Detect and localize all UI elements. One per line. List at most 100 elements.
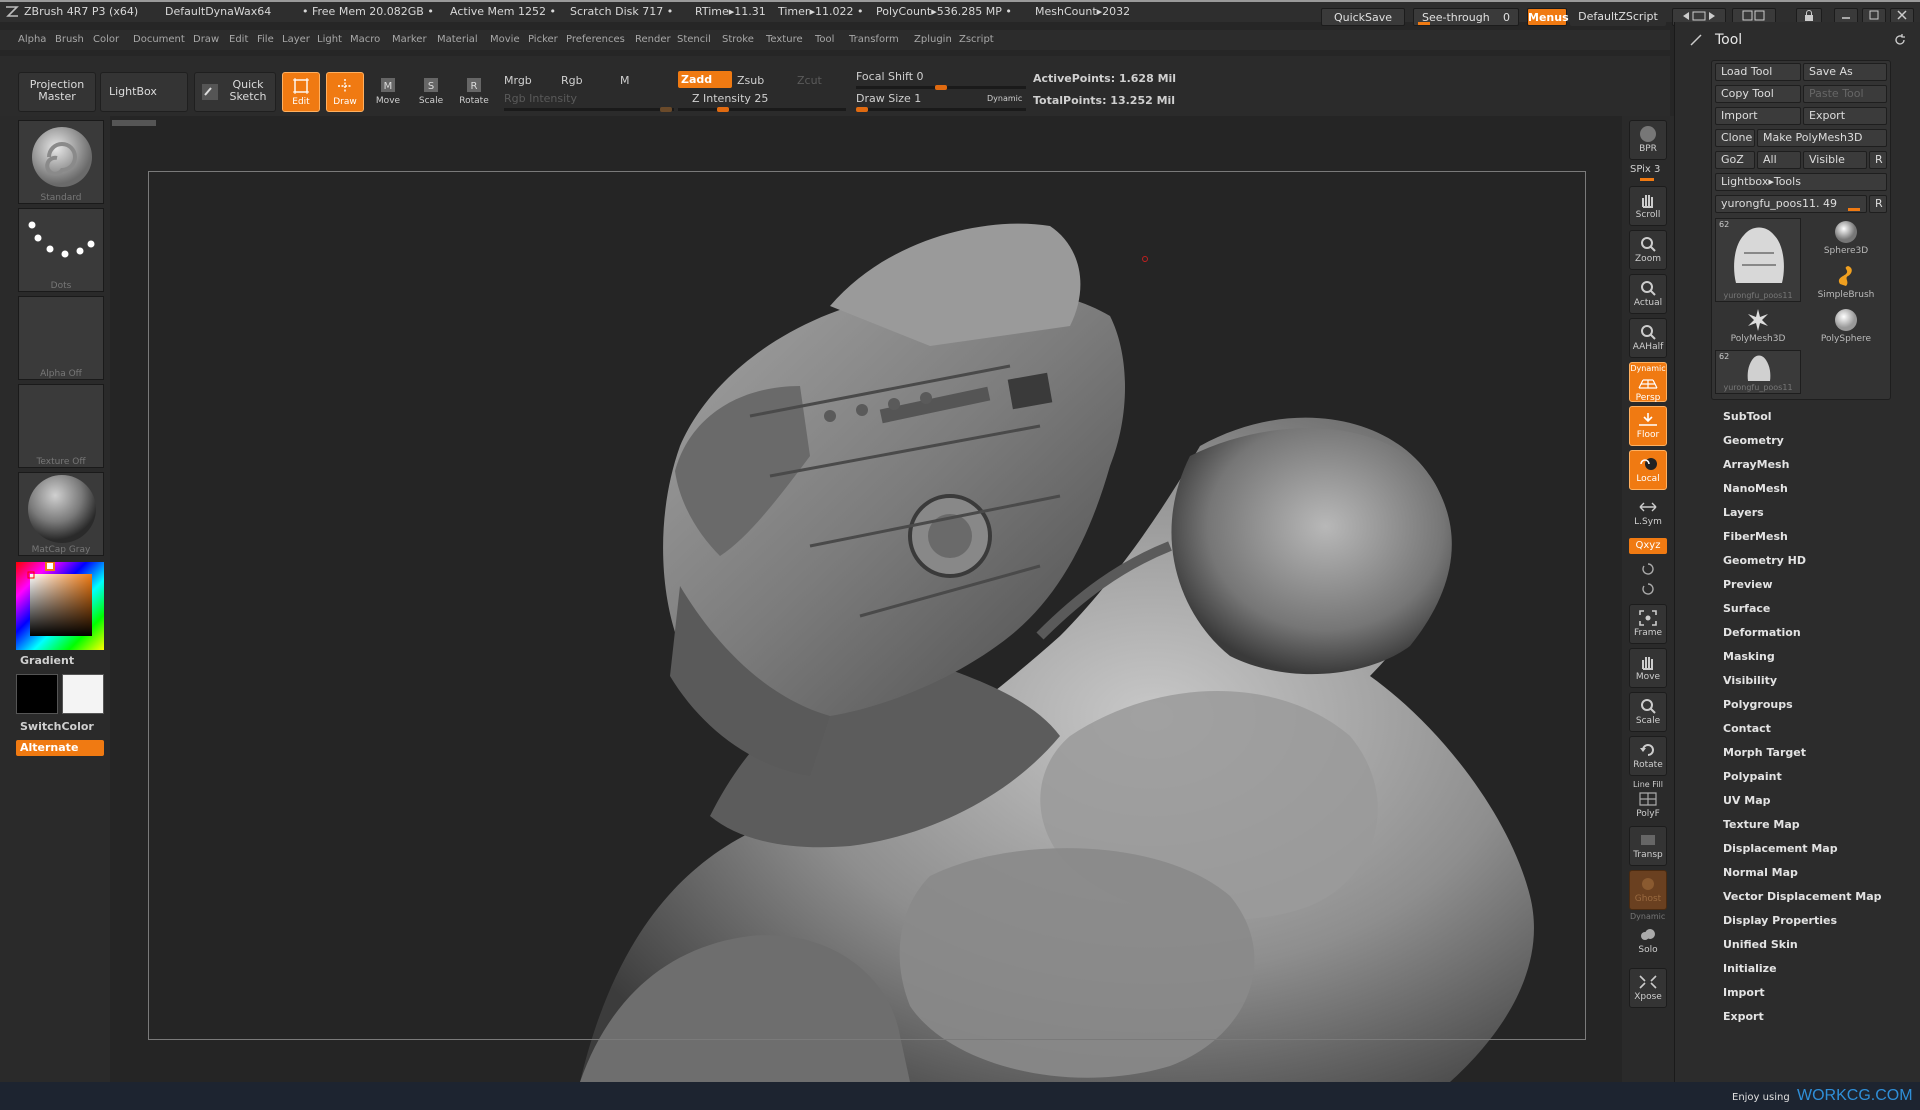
subpalette-export[interactable]: Export [1723, 1010, 1764, 1023]
subpalette-subtool[interactable]: SubTool [1723, 410, 1772, 423]
zadd-button[interactable]: Zadd [678, 71, 732, 88]
zcut-button[interactable]: Zcut [797, 74, 822, 87]
projection-master-button[interactable]: Projection Master [18, 72, 96, 112]
lsym-button[interactable]: L.Sym [1629, 494, 1667, 534]
spix-slider[interactable]: SPix 3 [1630, 164, 1660, 175]
bpr-button[interactable]: BPR [1629, 120, 1667, 160]
zsub-button[interactable]: Zsub [737, 74, 764, 87]
m-button[interactable]: M [620, 74, 630, 87]
subpalette-contact[interactable]: Contact [1723, 722, 1771, 735]
scale-view-button[interactable]: Scale [1629, 692, 1667, 732]
menu-file[interactable]: File [257, 30, 274, 50]
export-tool-button[interactable]: Export [1803, 107, 1887, 125]
tool-thumb-polymesh3d[interactable]: PolyMesh3D [1715, 306, 1801, 348]
current-tool-r-button[interactable]: R [1869, 195, 1887, 213]
move-view-button[interactable]: Move [1629, 648, 1667, 688]
menu-zplugin[interactable]: Zplugin [914, 30, 952, 50]
current-tool-slider[interactable]: yurongfu_poos11. 49 [1715, 195, 1867, 213]
quick-sketch-button[interactable]: Quick Sketch [194, 72, 276, 112]
subpalette-polygroups[interactable]: Polygroups [1723, 698, 1793, 711]
rotation-axis-icons[interactable] [1638, 560, 1658, 600]
edit-button[interactable]: Edit [282, 72, 320, 112]
draw-size-slider[interactable]: Draw Size 1 [856, 92, 921, 105]
rgb-intensity-track[interactable] [504, 107, 674, 112]
draw-size-track[interactable] [856, 107, 1026, 112]
subpalette-initialize[interactable]: Initialize [1723, 962, 1777, 975]
scroll-button[interactable]: Scroll [1629, 186, 1667, 226]
subpalette-surface[interactable]: Surface [1723, 602, 1770, 615]
menu-marker[interactable]: Marker [392, 30, 427, 50]
menu-color[interactable]: Color [93, 30, 119, 50]
menu-render[interactable]: Render [635, 30, 671, 50]
menu-brush[interactable]: Brush [55, 30, 84, 50]
subpalette-import[interactable]: Import [1723, 986, 1765, 999]
zbrush-logo-icon[interactable] [4, 4, 20, 20]
switchcolor-button[interactable]: SwitchColor [20, 720, 94, 733]
load-tool-button[interactable]: Load Tool [1715, 63, 1801, 81]
lightbox-tools-button[interactable]: Lightbox▸Tools [1715, 173, 1887, 191]
rgb-intensity-slider[interactable]: Rgb Intensity [504, 92, 577, 105]
gradient-label[interactable]: Gradient [20, 654, 74, 667]
menu-transform[interactable]: Transform [849, 30, 899, 50]
tool-palette-header[interactable]: Tool [1675, 28, 1920, 52]
secondary-color-swatch[interactable] [16, 674, 58, 714]
tool-thumb-sphere3d[interactable]: Sphere3D [1805, 218, 1887, 260]
import-tool-button[interactable]: Import [1715, 107, 1801, 125]
lightbox-button[interactable]: LightBox [100, 72, 188, 112]
menu-material[interactable]: Material [437, 30, 478, 50]
texture-thumbnail[interactable]: Texture Off [18, 384, 104, 468]
menu-movie[interactable]: Movie [490, 30, 520, 50]
subpalette-normal-map[interactable]: Normal Map [1723, 866, 1798, 879]
goz-r-button[interactable]: R [1869, 151, 1887, 169]
zoom-button[interactable]: Zoom [1629, 230, 1667, 270]
frame-button[interactable]: Frame [1629, 604, 1667, 644]
menu-texture[interactable]: Texture [766, 30, 803, 50]
subpalette-arraymesh[interactable]: ArrayMesh [1723, 458, 1789, 471]
goz-visible-button[interactable]: Visible [1803, 151, 1867, 169]
menu-zscript[interactable]: Zscript [959, 30, 994, 50]
copy-tool-button[interactable]: Copy Tool [1715, 85, 1801, 103]
subpalette-polypaint[interactable]: Polypaint [1723, 770, 1782, 783]
menu-layer[interactable]: Layer [282, 30, 310, 50]
focal-shift-slider[interactable]: Focal Shift 0 [856, 70, 924, 83]
color-picker[interactable] [16, 561, 104, 650]
clone-button[interactable]: Clone [1715, 129, 1755, 147]
menu-draw[interactable]: Draw [193, 30, 219, 50]
menu-light[interactable]: Light [317, 30, 342, 50]
subpalette-masking[interactable]: Masking [1723, 650, 1775, 663]
z-intensity-track[interactable] [678, 107, 846, 112]
goz-button[interactable]: GoZ [1715, 151, 1755, 169]
polyf-button[interactable]: Line Fill PolyF [1629, 780, 1667, 820]
subpalette-vector-displacement-map[interactable]: Vector Displacement Map [1723, 890, 1882, 903]
tool-thumb-simplebrush[interactable]: SimpleBrush [1805, 262, 1887, 304]
transp-button[interactable]: Transp [1629, 826, 1667, 866]
menu-macro[interactable]: Macro [350, 30, 380, 50]
local-button[interactable]: Local [1629, 450, 1667, 490]
menu-preferences[interactable]: Preferences [566, 30, 625, 50]
focal-shift-track[interactable] [856, 85, 1026, 90]
scale-button[interactable]: S Scale [412, 72, 450, 112]
tool-thumb-polysphere[interactable]: PolySphere [1805, 306, 1887, 348]
subpalette-display-properties[interactable]: Display Properties [1723, 914, 1837, 927]
brush-thumbnail[interactable]: Standard [18, 120, 104, 204]
subpalette-deformation[interactable]: Deformation [1723, 626, 1801, 639]
menus-button[interactable]: Menus [1527, 8, 1569, 26]
subpalette-unified-skin[interactable]: Unified Skin [1723, 938, 1798, 951]
subpalette-visibility[interactable]: Visibility [1723, 674, 1777, 687]
subpalette-displacement-map[interactable]: Displacement Map [1723, 842, 1838, 855]
stroke-thumbnail[interactable]: Dots [18, 208, 104, 292]
menu-edit[interactable]: Edit [229, 30, 248, 50]
save-as-button[interactable]: Save As [1803, 63, 1887, 81]
xyz-button[interactable]: Qxyz [1629, 538, 1667, 554]
palette-collapse-icon[interactable] [1689, 33, 1703, 47]
alpha-thumbnail[interactable]: Alpha Off [18, 296, 104, 380]
subpalette-uv-map[interactable]: UV Map [1723, 794, 1771, 807]
palette-reset-icon[interactable] [1893, 33, 1907, 47]
draw-button[interactable]: Draw [326, 72, 364, 112]
rgb-button[interactable]: Rgb [561, 74, 583, 87]
move-button[interactable]: M Move [369, 72, 407, 112]
persp-button[interactable]: Dynamic Persp [1629, 362, 1667, 403]
subpalette-nanomesh[interactable]: NanoMesh [1723, 482, 1788, 495]
dynamic-toggle[interactable]: Dynamic [987, 94, 1022, 103]
rotate-button[interactable]: R Rotate [455, 72, 493, 112]
